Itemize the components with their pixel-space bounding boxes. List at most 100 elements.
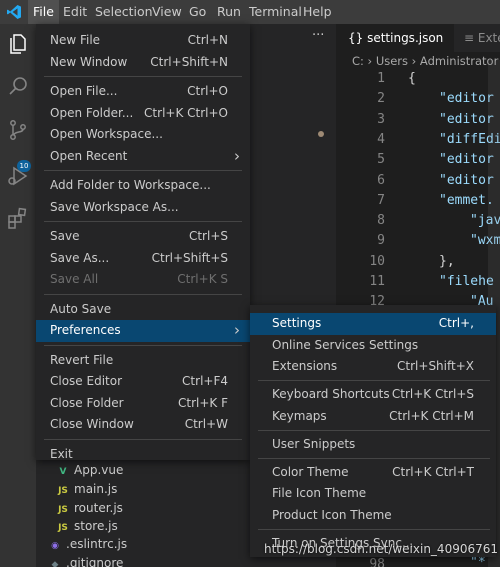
menu-edit[interactable]: Edit (58, 0, 92, 24)
menu-item-label: Open Workspace... (50, 127, 163, 141)
menu-item-extensions[interactable]: Extensions Ctrl+Shift+X (250, 356, 496, 378)
line-number: 1 (377, 71, 385, 86)
menu-item-shortcut: Ctrl+O (187, 84, 228, 98)
menu-view[interactable]: View (147, 0, 187, 24)
tab-label: {} settings.json (348, 31, 444, 45)
source-control-icon[interactable] (6, 118, 30, 142)
line-number: 6 (377, 172, 385, 188)
menu-item-save-as[interactable]: Save As... Ctrl+Shift+S (36, 248, 250, 270)
code-line: "emmet. (439, 192, 494, 208)
menu-item-label: Add Folder to Workspace... (50, 178, 211, 192)
watermark: https://blog.csdn.net/weixin_40906761 (264, 542, 499, 556)
code-line: }, (439, 253, 455, 269)
menu-help[interactable]: Help (298, 0, 337, 24)
menu-item-exit[interactable]: Exit (36, 444, 250, 466)
menu-item-save-all[interactable]: Save All Ctrl+K S (36, 269, 250, 291)
menu-item-open-recent[interactable]: Open Recent › (36, 146, 250, 168)
menu-item-new-window[interactable]: New Window Ctrl+Shift+N (36, 52, 250, 74)
menu-item-label: Save As... (50, 250, 110, 265)
search-icon[interactable] (6, 74, 30, 98)
explorer-icon[interactable] (6, 32, 30, 56)
menu-item-close-folder[interactable]: Close Folder Ctrl+K F (36, 393, 250, 415)
menu-item-shortcut: Ctrl+N (187, 33, 228, 47)
editor-tabs: {} settings.json ≡ Exten (336, 24, 500, 52)
menu-separator (44, 76, 242, 77)
vscode-window: File Edit Selection View Go Run Terminal Help 1… (0, 0, 500, 567)
file-name: store.js (74, 519, 118, 533)
code-line: "editor (439, 111, 494, 127)
file-name: App.vue (74, 463, 124, 477)
menu-item-label: Exit (50, 446, 73, 461)
run-debug-icon[interactable] (6, 164, 30, 188)
menu-item-shortcut: Ctrl+, (438, 316, 474, 330)
file-name: router.js (74, 501, 123, 515)
menu-item-user-snippets[interactable]: User Snippets (250, 434, 496, 456)
breadcrumb[interactable]: C: › Users › Administrator › A (352, 54, 500, 68)
menu-item-settings[interactable]: Settings Ctrl+, (250, 313, 496, 335)
menu-item-save-workspace-as[interactable]: Save Workspace As... (36, 197, 250, 219)
menu-item-label: Close Window (50, 417, 134, 431)
menu-item-color-theme[interactable]: Color Theme Ctrl+K Ctrl+T (250, 462, 496, 484)
menu-run[interactable]: Run (212, 0, 246, 24)
menu-item-label: Keymaps (272, 408, 327, 423)
menu-separator (44, 438, 242, 440)
menu-item-add-folder-to-workspace[interactable]: Add Folder to Workspace... (36, 175, 250, 197)
more-actions-button[interactable]: ··· (312, 28, 324, 43)
menu-item-label: Color Theme (272, 464, 349, 479)
menu-item-keyboard-shortcuts[interactable]: Keyboard Shortcuts Ctrl+K Ctrl+S (250, 384, 496, 406)
menu-item-label: Auto Save (50, 301, 112, 316)
code-line: "editor (439, 91, 494, 107)
menu-item-product-icon-theme[interactable]: Product Icon Theme (250, 505, 496, 527)
file-item[interactable]: ◉ .eslintrc.js (48, 535, 127, 554)
menu-item-open-workspace[interactable]: Open Workspace... (36, 124, 250, 146)
line-number: 11 (369, 274, 385, 289)
menu-item-open-file[interactable]: Open File... Ctrl+O (36, 81, 250, 103)
file-item[interactable]: ◆ .gitignore (48, 554, 124, 567)
menu-item-preferences[interactable]: Preferences › (36, 320, 250, 342)
menu-item-shortcut: Ctrl+F4 (182, 374, 228, 388)
menu-item-label: Close Folder (50, 395, 124, 410)
menu-item-close-window[interactable]: Close Window Ctrl+W (36, 414, 250, 436)
menu-item-new-file[interactable]: New File Ctrl+N (36, 30, 250, 52)
menu-item-online-services-settings[interactable]: Online Services Settings (250, 335, 496, 357)
menu-item-label: User Snippets (272, 436, 356, 451)
menu-item-label: Extensions (272, 359, 338, 373)
menu-separator (44, 221, 242, 222)
preferences-submenu: Settings Ctrl+, Online Services Settings Ex… (250, 305, 496, 557)
menu-item-label: Revert File (50, 352, 114, 367)
menu-item-save[interactable]: Save Ctrl+S (36, 226, 250, 248)
menu-separator (44, 170, 242, 171)
menu-item-auto-save[interactable]: Auto Save (36, 299, 250, 321)
menu-item-label: Save (50, 229, 80, 243)
menu-item-revert-file[interactable]: Revert File (36, 350, 250, 372)
code-line: { (408, 71, 416, 86)
menu-file[interactable]: File (28, 0, 59, 24)
extensions-icon[interactable] (6, 206, 30, 230)
menu-item-keymaps[interactable]: Keymaps Ctrl+K Ctrl+M (250, 406, 496, 428)
tab-settings-json[interactable]: {} settings.json (336, 24, 454, 52)
menu-item-shortcut: Ctrl+W (184, 417, 228, 431)
menu-item-close-editor[interactable]: Close Editor Ctrl+F4 (36, 371, 250, 393)
file-item[interactable]: JS main.js (56, 480, 117, 499)
activity-bar: 10 (0, 24, 36, 567)
file-item[interactable]: JS store.js (56, 517, 118, 536)
tab-label: ≡ Exten (464, 31, 500, 45)
file-item[interactable]: JS router.js (56, 499, 123, 518)
menu-item-label: Online Services Settings (272, 337, 419, 352)
line-number: 3 (377, 111, 385, 127)
menu-item-label: Open Folder... (50, 105, 134, 120)
menu-item-shortcut: Ctrl+K Ctrl+T (392, 464, 474, 479)
menu-separator (258, 457, 490, 459)
menu-go[interactable]: Go (184, 0, 211, 24)
file-name: .eslintrc.js (66, 537, 128, 551)
menu-item-open-folder[interactable]: Open Folder... Ctrl+K Ctrl+O (36, 103, 250, 125)
line-number: 5 (377, 152, 385, 168)
tab-extensions[interactable]: ≡ Exten (454, 24, 500, 52)
menu-separator (258, 528, 490, 530)
menu-item-label: Open Recent (50, 148, 128, 163)
menu-item-shortcut: Ctrl+S (188, 229, 228, 243)
line-number: 2 (377, 91, 385, 107)
menu-item-label: File Icon Theme (272, 486, 367, 500)
line-number: 10 (369, 253, 385, 269)
menu-item-file-icon-theme[interactable]: File Icon Theme (250, 483, 496, 505)
